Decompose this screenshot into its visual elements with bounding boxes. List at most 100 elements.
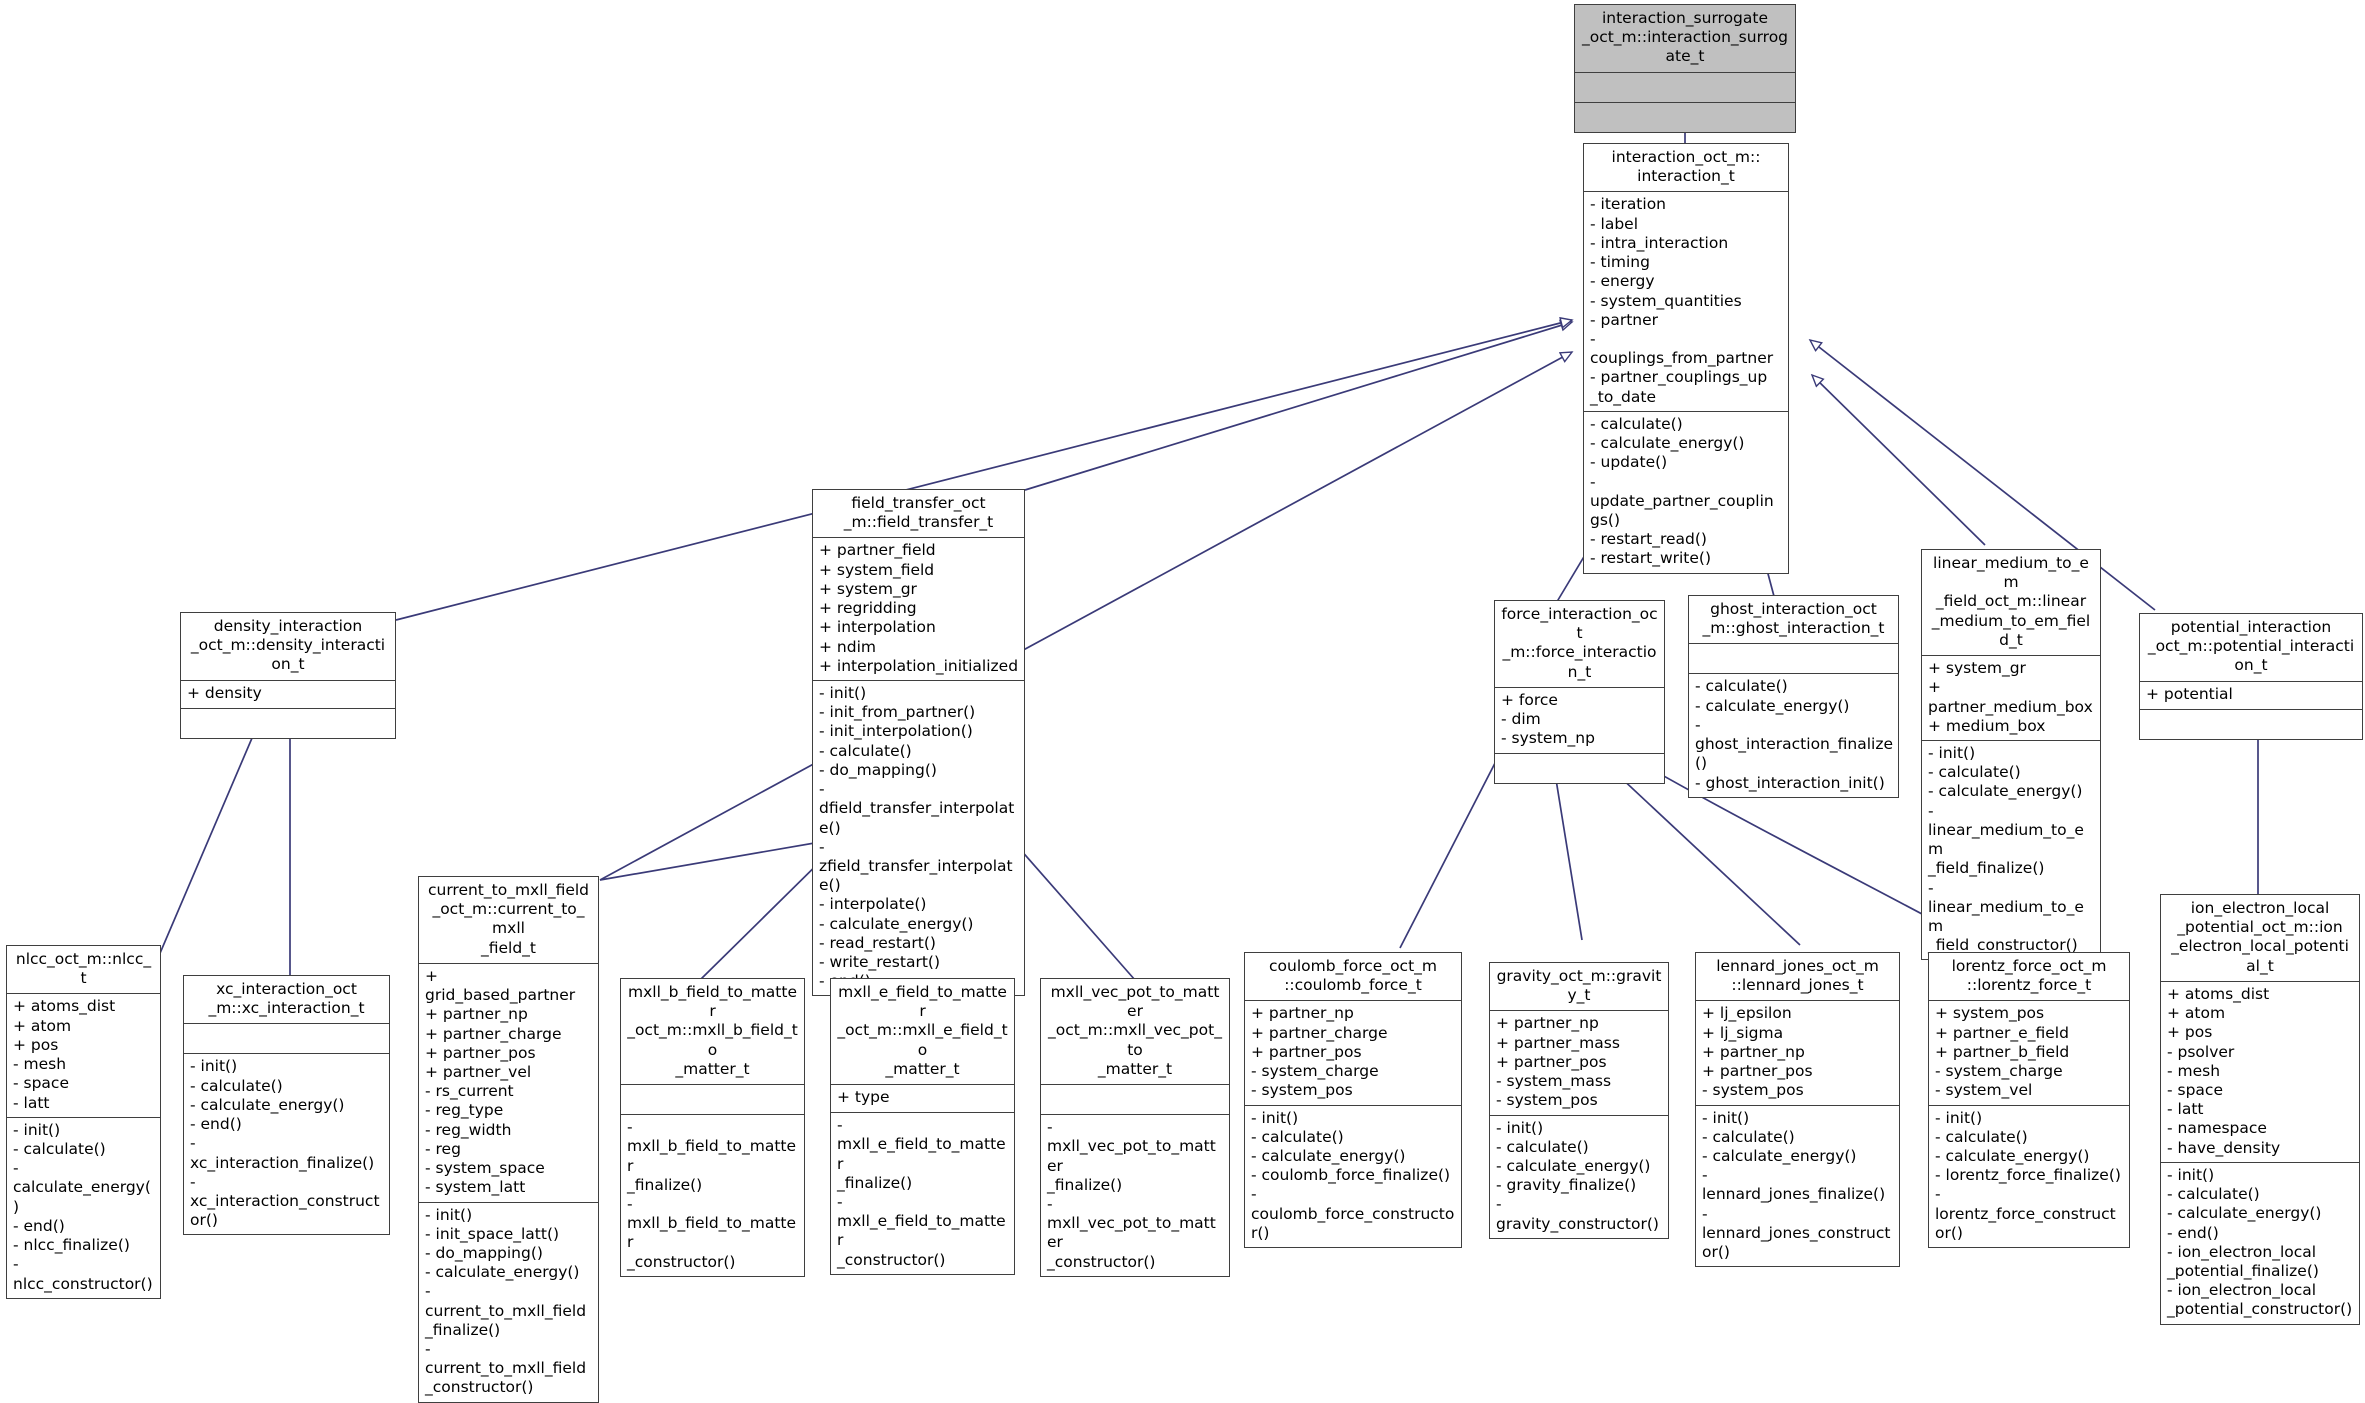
- class-node-force-interaction[interactable]: force_interaction_oct _m::force_interact…: [1494, 600, 1665, 784]
- class-operation: - calculate(): [1702, 1127, 1795, 1146]
- class-operation: - gravity_constructor(): [1496, 1195, 1659, 1233]
- class-attribute: + partner_field: [819, 541, 936, 560]
- class-node-gravity[interactable]: gravity_oct_m::gravity_t + partner_np + …: [1489, 962, 1669, 1239]
- class-attribute: - latt: [2167, 1100, 2204, 1119]
- class-attributes: [1689, 643, 1898, 673]
- class-operation: - calculate(): [1251, 1127, 1344, 1146]
- class-node-linear-medium-to-em-field[interactable]: linear_medium_to_em _field_oct_m::linear…: [1921, 549, 2101, 961]
- class-node-interaction-surrogate[interactable]: interaction_surrogate _oct_m::interactio…: [1574, 4, 1796, 133]
- class-operation: - init(): [13, 1120, 61, 1139]
- class-attribute: - reg_type: [425, 1101, 504, 1120]
- class-node-lennard-jones[interactable]: lennard_jones_oct_m ::lennard_jones_t + …: [1695, 952, 1900, 1268]
- class-attribute: + partner_e_field: [1935, 1023, 2069, 1042]
- class-operation: - calculate_energy(): [1702, 1146, 1857, 1165]
- class-operation: - gravity_finalize(): [1496, 1176, 1637, 1195]
- class-attribute: - energy: [1590, 272, 1655, 291]
- class-operation: - current_to_mxll_field _constructor(): [425, 1340, 587, 1397]
- class-operation: - calculate_energy(): [1251, 1146, 1406, 1165]
- class-operation: - lorentz_force_constructor(): [1935, 1185, 2116, 1242]
- class-attribute: + grid_based_partner: [425, 966, 576, 1005]
- class-attributes: + system_gr + partner_medium_box + mediu…: [1922, 655, 2100, 740]
- class-operation: - calculate_energy(): [1935, 1146, 2090, 1165]
- class-title: interaction_surrogate _oct_m::interactio…: [1581, 9, 1789, 66]
- class-operation: - calculate_energy(): [1928, 782, 2083, 801]
- class-node-mxll-e-field-to-matter[interactable]: mxll_e_field_to_matter _oct_m::mxll_e_fi…: [830, 978, 1015, 1275]
- class-operation: - end(): [13, 1216, 65, 1235]
- class-node-lorentz-force[interactable]: lorentz_force_oct_m ::lorentz_force_t + …: [1928, 952, 2130, 1249]
- class-operation: - calculate_energy(): [2167, 1204, 2322, 1223]
- class-attribute: - rs_current: [425, 1082, 514, 1101]
- class-operations: - calculate() - calculate_energy() - upd…: [1584, 410, 1788, 573]
- class-operation: - ion_electron_local _potential_finalize…: [2167, 1242, 2319, 1280]
- class-attributes: + density: [181, 679, 395, 708]
- class-attribute: + system_pos: [1935, 1004, 2045, 1023]
- class-operation: - mxll_vec_pot_to_matter _finalize(): [1047, 1118, 1216, 1194]
- class-attribute: - partner: [1590, 310, 1659, 329]
- class-title: gravity_oct_m::gravity_t: [1496, 967, 1662, 1005]
- class-attribute: + density: [187, 683, 262, 702]
- class-operation: - coulomb_force_finalize(): [1251, 1166, 1451, 1185]
- class-attribute: + atom: [13, 1016, 72, 1035]
- class-operation: - init(): [1496, 1118, 1544, 1137]
- class-operations: [1575, 101, 1795, 132]
- class-node-ghost-interaction[interactable]: ghost_interaction_oct _m::ghost_interact…: [1688, 595, 1899, 798]
- class-operation: - calculate_energy(): [1496, 1156, 1651, 1175]
- class-node-coulomb-force[interactable]: coulomb_force_oct_m ::coulomb_force_t + …: [1244, 952, 1462, 1249]
- class-title: mxll_vec_pot_to_matter _oct_m::mxll_vec_…: [1048, 983, 1222, 1078]
- class-attribute: + partner_pos: [1496, 1052, 1607, 1071]
- class-attribute: + force: [1501, 690, 1558, 709]
- class-attribute: + regridding: [819, 599, 917, 618]
- class-operation: - mxll_vec_pot_to_matter _constructor(): [1047, 1194, 1216, 1271]
- class-attributes: + partner_np + partner_charge + partner_…: [1245, 1000, 1461, 1104]
- class-operation: - read_restart(): [819, 933, 936, 952]
- class-attribute: - system_pos: [1251, 1081, 1353, 1100]
- class-node-density-interaction[interactable]: density_interaction _oct_m::density_inte…: [180, 612, 396, 739]
- class-attribute: + lj_sigma: [1702, 1023, 1784, 1042]
- class-node-mxll-vec-pot-to-matter[interactable]: mxll_vec_pot_to_matter _oct_m::mxll_vec_…: [1040, 978, 1230, 1277]
- class-attribute: + pos: [2167, 1023, 2213, 1042]
- class-attribute: - have_density: [2167, 1138, 2281, 1157]
- class-attribute: - system_quantities: [1590, 291, 1742, 310]
- class-node-field-transfer[interactable]: field_transfer_oct _m::field_transfer_t …: [812, 489, 1025, 997]
- class-operations: - mxll_vec_pot_to_matter _finalize() - m…: [1041, 1114, 1229, 1276]
- class-attribute: + potential: [2146, 684, 2233, 703]
- uml-class-diagram-canvas: interaction_surrogate _oct_m::interactio…: [0, 0, 2365, 1403]
- class-operation: - init(): [1702, 1108, 1750, 1127]
- class-attribute: + lj_epsilon: [1702, 1004, 1792, 1023]
- class-attribute: + partner_vel: [425, 1062, 532, 1081]
- class-attribute: - iteration: [1590, 195, 1667, 214]
- class-operations: [1495, 752, 1664, 783]
- class-attribute: - reg: [425, 1139, 461, 1158]
- class-operation: - mxll_e_field_to_matter _constructor(): [837, 1192, 1006, 1269]
- class-title: lorentz_force_oct_m ::lorentz_force_t: [1951, 957, 2107, 995]
- class-node-nlcc[interactable]: nlcc_oct_m::nlcc_t + atoms_dist + atom +…: [6, 945, 161, 1299]
- class-attributes: + partner_np + partner_mass + partner_po…: [1490, 1010, 1668, 1114]
- class-attribute: - namespace: [2167, 1119, 2267, 1138]
- class-attributes: - iteration - label - intra_interaction …: [1584, 191, 1788, 410]
- class-attribute: - latt: [13, 1093, 50, 1112]
- class-attribute: + partner_pos: [1702, 1062, 1813, 1081]
- class-operation: - calculate(): [190, 1076, 283, 1095]
- class-operation: - calculate_energy(): [1695, 696, 1850, 715]
- class-attribute: - space: [13, 1074, 69, 1093]
- class-operation: - mxll_b_field_to_matter _finalize(): [627, 1118, 797, 1194]
- class-operation: - restart_write(): [1590, 549, 1712, 568]
- class-attributes: [1041, 1084, 1229, 1114]
- class-node-interaction[interactable]: interaction_oct_m:: interaction_t - iter…: [1583, 143, 1789, 574]
- class-node-ion-electron-local-potential[interactable]: ion_electron_local _potential_oct_m::ion…: [2160, 894, 2360, 1325]
- class-attribute: + ndim: [819, 637, 876, 656]
- class-operation: - calculate_energy(): [819, 914, 974, 933]
- class-operation: - nlcc_finalize(): [13, 1236, 130, 1255]
- class-node-xc-interaction[interactable]: xc_interaction_oct _m::xc_interaction_t …: [183, 975, 390, 1236]
- class-node-current-to-mxll-field[interactable]: current_to_mxll_field _oct_m::current_to…: [418, 876, 599, 1403]
- class-node-mxll-b-field-to-matter[interactable]: mxll_b_field_to_matter _oct_m::mxll_b_fi…: [620, 978, 805, 1277]
- class-attributes: + system_pos + partner_e_field + partner…: [1929, 1000, 2129, 1104]
- class-operation: - zfield_transfer_interpolate(): [819, 837, 1013, 895]
- class-operation: - lennard_jones_finalize(): [1702, 1166, 1886, 1204]
- class-attribute: - dim: [1501, 710, 1541, 729]
- class-attribute: + partner_np: [1251, 1004, 1354, 1023]
- class-node-potential-interaction[interactable]: potential_interaction _oct_m::potential_…: [2139, 613, 2363, 740]
- class-operation: - lennard_jones_constructor(): [1702, 1204, 1891, 1262]
- class-attribute: + system_gr: [819, 579, 917, 598]
- class-operation: - calculate(): [13, 1139, 106, 1158]
